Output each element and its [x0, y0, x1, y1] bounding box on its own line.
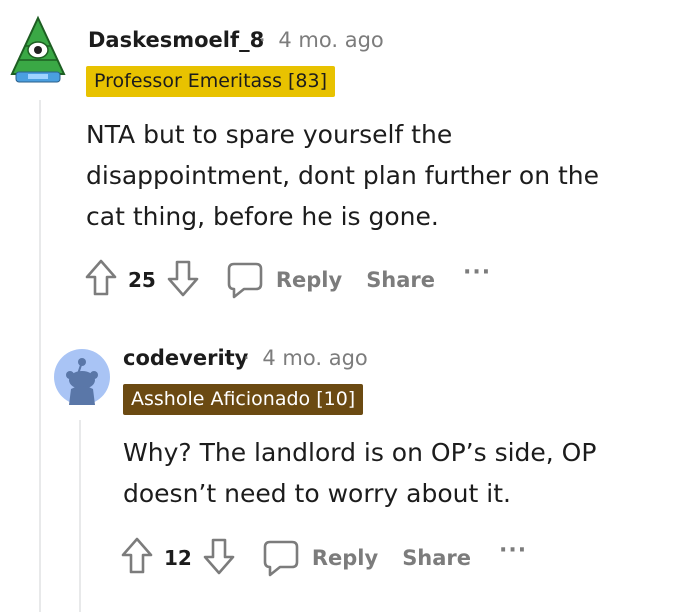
reply-label: Reply: [311, 546, 379, 570]
reply-button[interactable]: Reply: [226, 260, 342, 300]
comment-actions: 12 Reply Share ···: [120, 536, 527, 580]
meta-separator: ·: [243, 346, 250, 370]
comment-body-line: Why? The landlord is on OP’s side, OP: [123, 438, 597, 467]
upvote-icon[interactable]: [120, 536, 154, 580]
comment-meta: · 4 mo. ago: [259, 28, 384, 52]
vote-count: 12: [164, 546, 192, 570]
comment-body-line: NTA but to spare yourself the: [86, 120, 453, 149]
comment-actions: 25 Reply Share ···: [84, 258, 491, 302]
comment-username[interactable]: codeverity: [123, 346, 248, 370]
comment-meta: · 4 mo. ago: [243, 346, 368, 370]
reply-label: Reply: [275, 268, 343, 292]
upvote-icon[interactable]: [84, 258, 118, 302]
comment-body-line: cat thing, before he is gone.: [86, 202, 439, 231]
downvote-icon[interactable]: [166, 258, 200, 302]
meta-separator: ·: [259, 28, 266, 52]
comment-timestamp[interactable]: 4 mo. ago: [262, 346, 367, 370]
avatar[interactable]: [8, 12, 68, 84]
user-flair: Asshole Aficionado [10]: [123, 384, 364, 415]
downvote-icon[interactable]: [202, 536, 236, 580]
avatar[interactable]: [54, 349, 110, 405]
comment-body: Why? The landlord is on OP’s side, OP do…: [123, 432, 596, 514]
comment-username[interactable]: Daskesmoelf_8: [88, 28, 264, 52]
user-flair: Professor Emeritass [83]: [86, 66, 336, 97]
vote-count: 25: [128, 268, 156, 292]
comment-bubble-icon: [227, 262, 263, 299]
comment-body-line: disappointment, dont plan further on the: [86, 161, 600, 190]
more-options-icon[interactable]: ···: [463, 262, 491, 284]
more-options-icon[interactable]: ···: [499, 540, 527, 562]
share-button[interactable]: Share: [366, 268, 435, 292]
share-button[interactable]: Share: [402, 546, 471, 570]
thread-line-main[interactable]: [39, 100, 41, 612]
comment-bubble-icon: [263, 540, 299, 577]
snoo-default-avatar-icon: [54, 349, 110, 405]
comment-body: NTA but to spare yourself the disappoint…: [86, 114, 599, 237]
thread-line-reply[interactable]: [79, 420, 81, 612]
pyramid-eye-avatar-icon: [10, 15, 66, 83]
comment-body-line: doesn’t need to worry about it.: [123, 479, 511, 508]
comment-timestamp[interactable]: 4 mo. ago: [278, 28, 383, 52]
reply-button[interactable]: Reply: [262, 538, 378, 578]
